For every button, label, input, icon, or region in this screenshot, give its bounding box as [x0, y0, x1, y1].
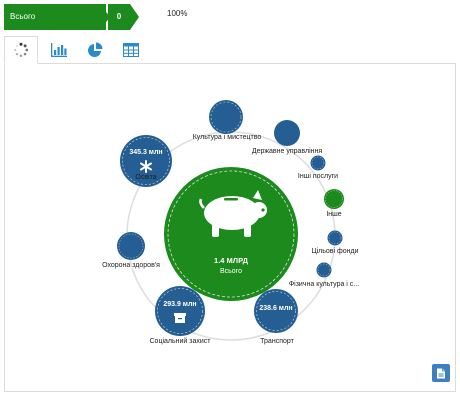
bubble-tsilovi-fondy[interactable]: Цільові фонди [311, 230, 359, 256]
bubble-value: 345.3 млн [129, 149, 162, 156]
bubble-label: Соціальний захист [150, 337, 212, 345]
bubble-label: Фізична культура і с... [289, 280, 359, 288]
bubble-kultura[interactable]: Культура і мистецтво [193, 100, 262, 141]
tab-bubbles[interactable] [4, 36, 38, 64]
bubble-label: Культура і мистецтво [193, 133, 262, 141]
bubble-chart: 1.4 МЛРД Всього Культура і мистецтво Дер… [102, 100, 359, 345]
center-label: Всього [220, 268, 242, 275]
bubble-inshe[interactable]: Інше [324, 189, 344, 218]
bubble-okhorona[interactable]: Охорона здоров'я [102, 232, 160, 269]
bubble-fizychna[interactable]: Фізична культура і с... [289, 262, 359, 289]
center-value: 1.4 МЛРД [214, 256, 249, 265]
export-button[interactable] [432, 364, 450, 382]
bubble-label: Освіта [135, 173, 156, 181]
bubble-label: Транспорт [260, 338, 294, 345]
export-document-icon [437, 368, 445, 378]
bubble-inshi-posluhy[interactable]: Інші послуги [298, 155, 338, 181]
bubble-transport[interactable]: 238.6 млн Транспорт [254, 289, 298, 345]
archive-box-icon [174, 313, 186, 323]
bubble-label: Інше [326, 211, 341, 218]
bubble-osvita[interactable]: 345.3 млн Освіта [120, 135, 172, 187]
center-bubble[interactable]: 1.4 МЛРД Всього [164, 167, 298, 301]
bubble-label: Охорона здоров'я [102, 262, 160, 269]
bubble-label: Інші послуги [298, 172, 338, 180]
bubble-value: 238.6 млн [259, 305, 292, 312]
dotted-circle-icon [14, 42, 29, 57]
bubble-value: 293.9 млн [163, 301, 196, 308]
bubble-label: Цільові фонди [311, 247, 358, 255]
bubble-label: Державне управління [252, 147, 323, 155]
